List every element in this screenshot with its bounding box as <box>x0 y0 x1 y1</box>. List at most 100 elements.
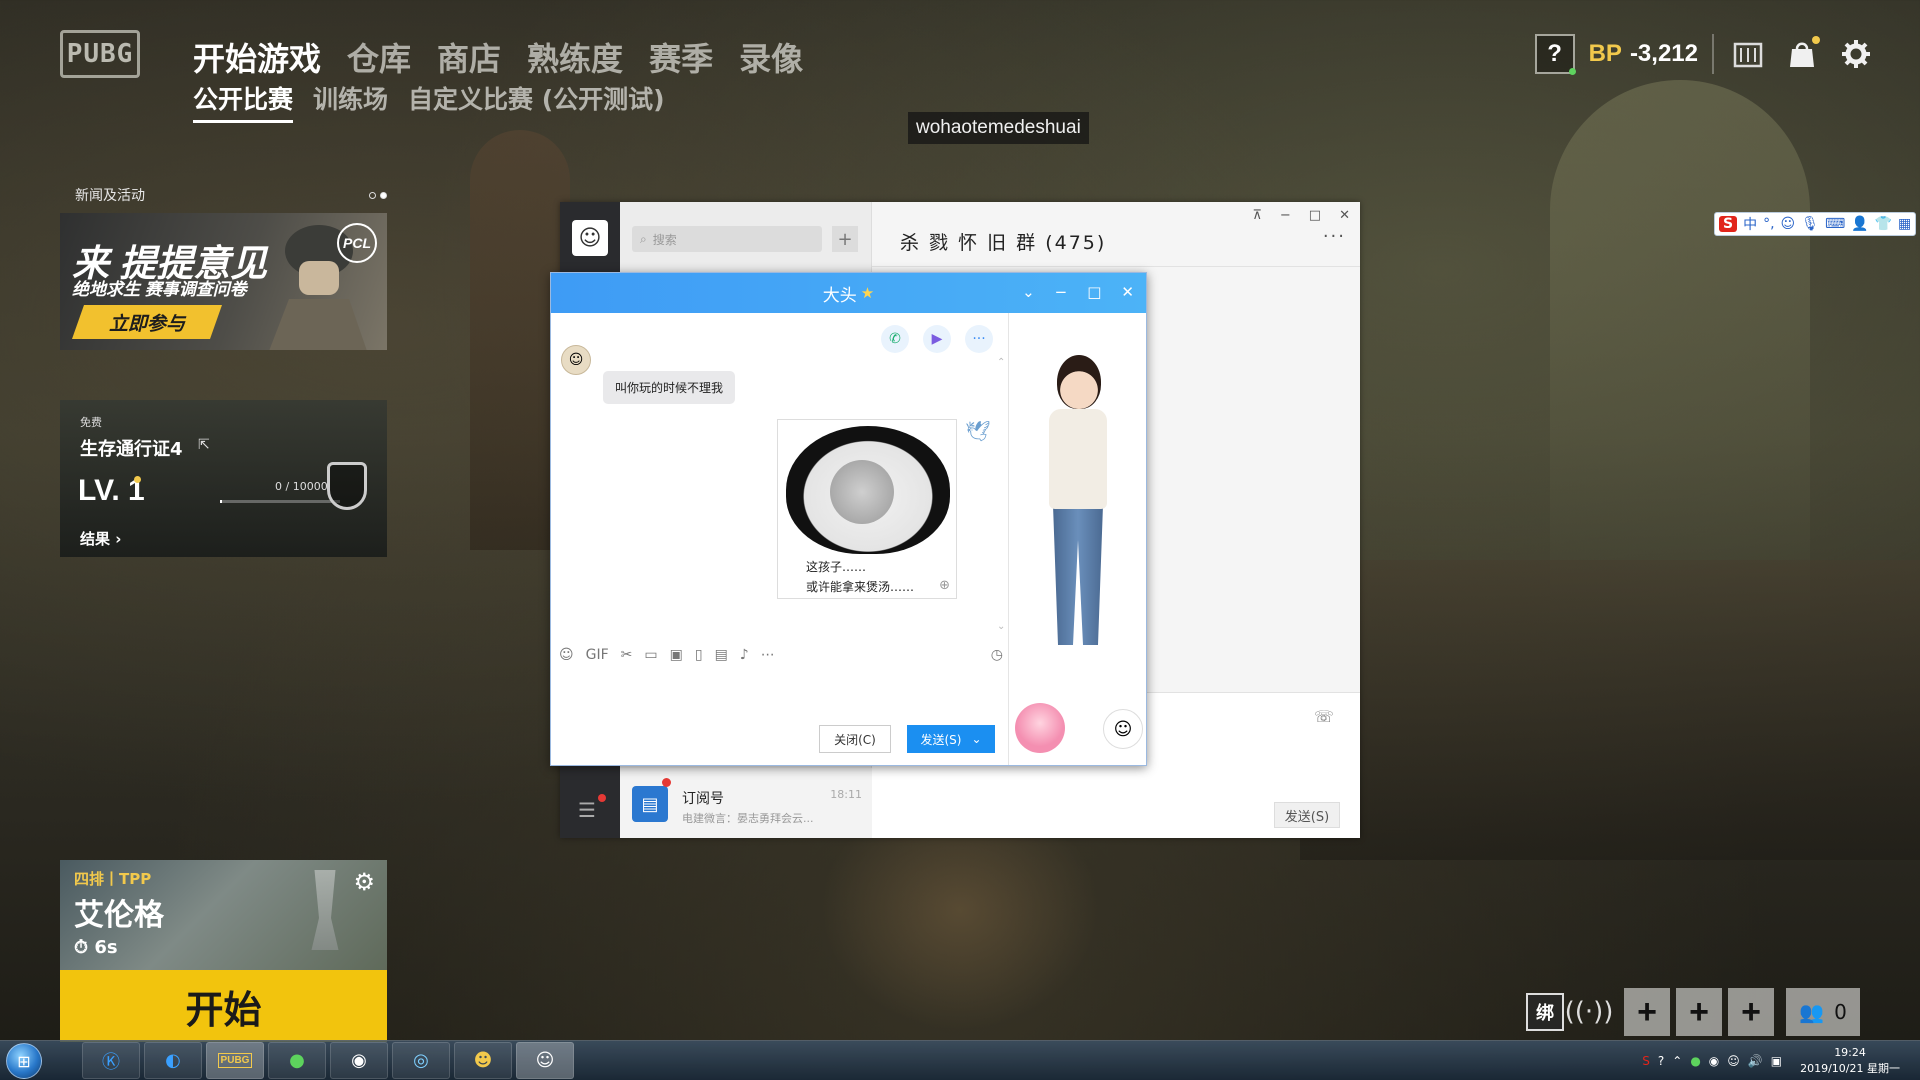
match-card[interactable]: 四排丨TPP 艾伦格 ⏱ 6s ⚙ <box>60 860 387 970</box>
broadcast-icon[interactable]: ((·)) <box>1565 993 1614 1031</box>
scroll-up-icon[interactable]: ⌃ <box>997 357 1005 368</box>
scissors-icon[interactable]: ✂ <box>621 647 633 663</box>
menu-icon[interactable]: ☰ <box>578 798 596 822</box>
pin-button[interactable]: ⊼ <box>1252 208 1262 223</box>
carousel-dots[interactable] <box>369 191 387 199</box>
nav-mastery[interactable]: 熟练度 <box>527 34 623 80</box>
emoji-icon[interactable]: ☺ <box>559 647 574 663</box>
group-send-button[interactable]: 发送(S) <box>1274 802 1340 828</box>
list-item-subscription[interactable]: ▤ 订阅号 18:11 电建微言：晏志勇拜会云... <box>620 768 872 838</box>
close-button[interactable]: ✕ <box>1339 208 1350 223</box>
send-button[interactable]: 发送(S) ⌄ <box>907 725 995 753</box>
pubg-taskbar-icon[interactable]: PUBG <box>206 1042 264 1079</box>
steam-icon[interactable]: ◉ <box>330 1042 388 1079</box>
more-icon[interactable]: ··· <box>965 325 993 353</box>
mini-avatar-icon[interactable]: ☺ <box>1103 709 1143 749</box>
minimize-button[interactable]: − <box>1280 208 1291 223</box>
shake-icon[interactable]: ▯ <box>695 647 703 663</box>
external-link-icon[interactable]: ⇱ <box>198 437 210 453</box>
ime-punctuation[interactable]: °, <box>1763 216 1774 232</box>
pass-emblem-icon <box>327 462 367 510</box>
gear-icon[interactable] <box>1836 34 1876 74</box>
nav-store[interactable]: 商店 <box>437 34 501 80</box>
chevron-up-icon[interactable]: ⌃ <box>1672 1054 1682 1068</box>
more-tools-icon[interactable]: ⋯ <box>761 647 775 663</box>
incoming-message[interactable]: 叫你玩的时候不理我 <box>603 371 736 404</box>
more-options-button[interactable]: ··· <box>1323 226 1346 247</box>
news-banner[interactable]: 来 提提意见 绝地求生 赛事调查问卷 立即参与 PCL <box>60 213 387 350</box>
scroll-down-icon[interactable]: ⌄ <box>997 621 1005 632</box>
browser-icon[interactable]: ◐ <box>144 1042 202 1079</box>
minimize-button[interactable]: − <box>1055 283 1068 301</box>
collapse-button[interactable]: ⌄ <box>1022 283 1035 301</box>
qq-show-panel: ☺ <box>1009 313 1146 765</box>
peer-avatar[interactable]: ☺ <box>561 345 591 375</box>
user-icon[interactable]: 👤 <box>1851 216 1868 232</box>
panda-sticker-image[interactable]: 这孩子…… 或许能拿来煲汤…… ⊕ <box>777 419 957 599</box>
nav-replays[interactable]: 录像 <box>739 34 803 80</box>
red-packet-icon[interactable]: ▤ <box>715 647 728 663</box>
qq-search-input[interactable]: ⌕ 搜索 <box>632 226 822 252</box>
party-button[interactable]: 👥 0 <box>1786 988 1860 1036</box>
invite-slot-2[interactable]: + <box>1676 988 1722 1036</box>
sub-nav-training[interactable]: 训练场 <box>313 80 388 123</box>
music-icon[interactable]: ♪ <box>740 647 749 663</box>
nav-inventory[interactable]: 仓库 <box>347 34 411 80</box>
game-helper-icon[interactable]: ☻ <box>454 1042 512 1079</box>
pass-result-link[interactable]: 结果 › <box>80 528 121 549</box>
start-button[interactable]: 开始 <box>60 970 387 1042</box>
nav-play[interactable]: 开始游戏 <box>193 34 321 80</box>
sub-nav-custom-match[interactable]: 自定义比赛 (公开测试) <box>408 80 665 123</box>
emoji-icon[interactable]: ☺ <box>1781 216 1796 232</box>
qq-user-avatar[interactable]: ☺ <box>572 220 608 256</box>
ime-toolbar[interactable]: S 中 °, ☺ 🎙 ⌨ 👤 👕 ▦ <box>1714 212 1917 236</box>
qq-tray-icon[interactable]: ☺ <box>1727 1054 1740 1068</box>
chevron-down-icon[interactable]: ⌄ <box>971 732 981 746</box>
network-icon[interactable]: ▣ <box>1771 1054 1782 1068</box>
invite-slot-3[interactable]: + <box>1728 988 1774 1036</box>
video-call-icon[interactable]: ▶ <box>923 325 951 353</box>
toolbox-icon[interactable]: ▦ <box>1898 216 1911 232</box>
windows-start-icon[interactable]: ⊞ <box>6 1043 42 1079</box>
microphone-icon[interactable]: 🎙 <box>1801 216 1819 232</box>
ime-mode[interactable]: 中 <box>1743 214 1757 234</box>
chat-actions: ✆ ▶ ··· <box>881 325 993 353</box>
kugou-icon[interactable]: Ⓚ <box>82 1042 140 1079</box>
history-clock-icon[interactable]: ◷ <box>991 647 1003 663</box>
level-dot <box>134 476 141 483</box>
close-chat-button[interactable]: 关闭(C) <box>819 725 891 753</box>
keyboard-icon[interactable]: ⌨ <box>1825 216 1845 232</box>
gif-icon[interactable]: GIF <box>586 647 609 663</box>
help-button[interactable]: ? <box>1534 34 1576 75</box>
invite-slot-1[interactable]: + <box>1624 988 1670 1036</box>
banner-cta-button[interactable]: 立即参与 <box>72 305 222 339</box>
crate-icon[interactable] <box>1728 34 1768 74</box>
image-icon[interactable]: ▣ <box>670 647 683 663</box>
nav-season[interactable]: 赛季 <box>649 34 713 80</box>
carousel-dot-active[interactable] <box>380 191 387 199</box>
call-history-icon[interactable]: ☏ <box>1314 707 1334 726</box>
maximize-button[interactable]: □ <box>1087 283 1101 301</box>
voice-call-icon[interactable]: ✆ <box>881 325 909 353</box>
zoom-icon[interactable]: ⊕ <box>939 578 950 593</box>
sub-nav-public-match[interactable]: 公开比赛 <box>193 80 294 123</box>
help-tray-icon[interactable]: ? <box>1658 1054 1664 1068</box>
app-ring-icon[interactable]: ◎ <box>392 1042 450 1079</box>
qq-chat-taskbar-icon[interactable]: ☺ <box>516 1042 574 1079</box>
wechat-tray-icon[interactable]: ● <box>1690 1054 1700 1068</box>
add-button[interactable]: + <box>832 226 858 252</box>
shopping-bag-icon[interactable] <box>1782 34 1822 74</box>
maximize-button[interactable]: □ <box>1309 208 1321 223</box>
folder-icon[interactable]: ▭ <box>644 647 657 663</box>
skin-icon[interactable]: 👕 <box>1875 216 1892 232</box>
clock[interactable]: 19:24 2019/10/21 星期一 <box>1800 1045 1900 1077</box>
survivor-pass-panel[interactable]: 免费 生存通行证4 ⇱ LV. 1 0 / 10000 结果 › <box>60 400 387 557</box>
carousel-dot[interactable] <box>369 191 376 199</box>
match-settings-gear-icon[interactable]: ⚙ <box>353 868 375 896</box>
bind-button[interactable]: 绑 <box>1526 993 1564 1031</box>
steam-tray-icon[interactable]: ◉ <box>1709 1054 1719 1068</box>
close-button[interactable]: ✕ <box>1121 283 1134 301</box>
wechat-icon[interactable]: ● <box>268 1042 326 1079</box>
sogou-tray-icon[interactable]: S <box>1642 1054 1650 1068</box>
volume-icon[interactable]: 🔊 <box>1748 1054 1763 1068</box>
